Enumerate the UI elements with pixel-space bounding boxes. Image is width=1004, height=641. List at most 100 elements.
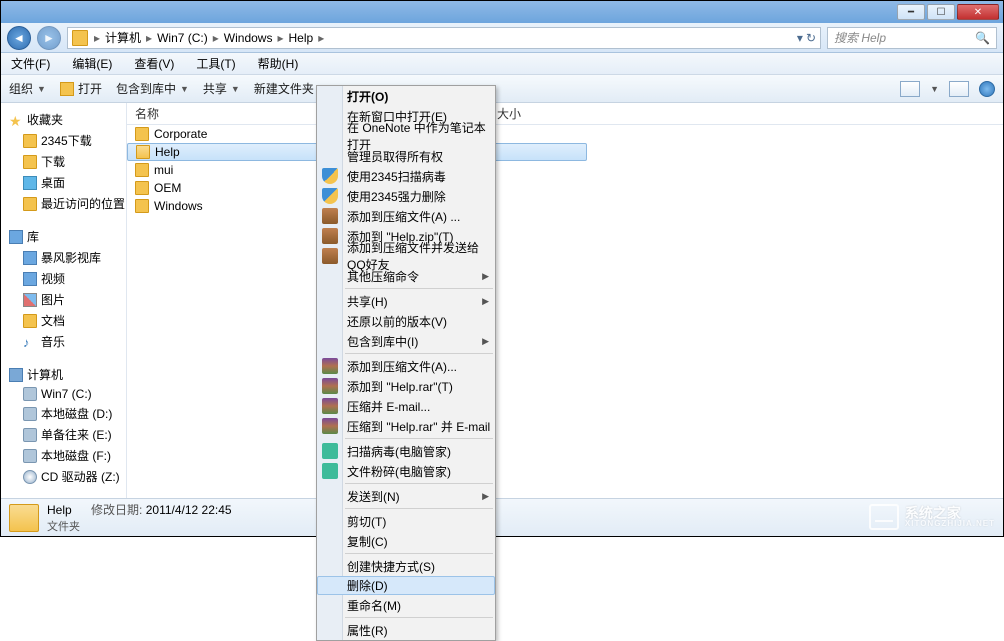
watermark-text: 系统之家: [905, 506, 995, 520]
video-icon: [23, 272, 37, 286]
cm-scan-pc[interactable]: 扫描病毒(电脑管家): [317, 441, 495, 461]
bc-chevron[interactable]: ▸: [92, 31, 102, 45]
cm-open[interactable]: 打开(O): [317, 86, 495, 106]
search-input[interactable]: 搜索 Help 🔍: [827, 27, 997, 49]
sidebar-item-documents[interactable]: 文档: [9, 310, 126, 331]
cm-shred-pc[interactable]: 文件粉碎(电脑管家): [317, 461, 495, 481]
breadcrumb-computer[interactable]: 计算机: [102, 29, 144, 46]
view-mode-button[interactable]: [900, 81, 920, 97]
breadcrumb-windows[interactable]: Windows: [221, 31, 276, 45]
address-dropdown-icon[interactable]: ▾: [797, 31, 803, 45]
sidebar-item-f[interactable]: 本地磁盘 (F:): [9, 445, 126, 466]
cm-addzip-a[interactable]: 添加到压缩文件(A) ...: [317, 206, 495, 226]
cm-shortcut[interactable]: 创建快捷方式(S): [317, 556, 495, 576]
forward-button[interactable]: ►: [37, 26, 61, 50]
computer-icon: [9, 368, 23, 382]
folder-icon: [135, 163, 149, 177]
file-row[interactable]: Windows: [127, 197, 1003, 215]
cm-del-2345[interactable]: 使用2345强力删除: [317, 186, 495, 206]
cm-scan-2345[interactable]: 使用2345扫描病毒: [317, 166, 495, 186]
tb-include[interactable]: 包含到库中▼: [116, 80, 189, 97]
cm-properties[interactable]: 属性(R): [317, 620, 495, 640]
sidebar-item-music[interactable]: ♪音乐: [9, 331, 126, 352]
bc-chevron[interactable]: ▸: [316, 31, 326, 45]
sidebar-item-recent[interactable]: 最近访问的位置: [9, 193, 126, 214]
sidebar-item-e[interactable]: 单备往来 (E:): [9, 424, 126, 445]
sidebar-item-c[interactable]: Win7 (C:): [9, 385, 126, 403]
refresh-icon[interactable]: ↻: [806, 31, 816, 45]
preview-pane-button[interactable]: [949, 81, 969, 97]
disk-icon: [23, 407, 37, 421]
col-name[interactable]: 名称: [127, 103, 319, 124]
tb-newfolder[interactable]: 新建文件夹: [254, 80, 314, 97]
breadcrumb-help[interactable]: Help: [286, 31, 317, 45]
sidebar-item-videos[interactable]: 视频: [9, 268, 126, 289]
minimize-button[interactable]: ━: [897, 4, 925, 20]
menu-file[interactable]: 文件(F): [7, 53, 54, 74]
menu-help[interactable]: 帮助(H): [254, 53, 303, 74]
sidebar-item-downloads[interactable]: 下载: [9, 151, 126, 172]
cm-include[interactable]: 包含到库中(I)▶: [317, 331, 495, 351]
search-placeholder: 搜索 Help: [834, 29, 886, 46]
sidebar-computer[interactable]: 计算机: [9, 364, 126, 385]
menu-edit[interactable]: 编辑(E): [68, 53, 116, 74]
tb-organize[interactable]: 组织▼: [9, 80, 46, 97]
cm-share[interactable]: 共享(H)▶: [317, 291, 495, 311]
cm-admin[interactable]: 管理员取得所有权: [317, 146, 495, 166]
file-row[interactable]: OEM: [127, 179, 1003, 197]
sidebar-item-desktop[interactable]: 桌面: [9, 172, 126, 193]
maximize-button[interactable]: ☐: [927, 4, 955, 20]
sidebar-item-d[interactable]: 本地磁盘 (D:): [9, 403, 126, 424]
search-icon[interactable]: 🔍: [975, 31, 990, 45]
sidebar-item-baofeng[interactable]: 暴风影视库: [9, 247, 126, 268]
submenu-arrow-icon: ▶: [482, 296, 489, 307]
cm-addzip-qq[interactable]: 添加到压缩文件并发送给QQ好友: [317, 246, 495, 266]
bc-chevron[interactable]: ▸: [275, 31, 285, 45]
cm-copy[interactable]: 复制(C): [317, 531, 495, 551]
disk-icon: [23, 387, 37, 401]
bc-chevron[interactable]: ▸: [211, 31, 221, 45]
cm-sendto[interactable]: 发送到(N)▶: [317, 486, 495, 506]
sidebar-item-z[interactable]: CD 驱动器 (Z:): [9, 466, 126, 487]
cm-delete[interactable]: 删除(D): [317, 576, 495, 595]
cm-restore[interactable]: 还原以前的版本(V): [317, 311, 495, 331]
cm-otherzip[interactable]: 其他压缩命令▶: [317, 266, 495, 286]
menu-view[interactable]: 查看(V): [130, 53, 178, 74]
folder-icon: [23, 134, 37, 148]
view-dropdown-icon[interactable]: ▼: [930, 84, 939, 94]
cm-addrar-a[interactable]: 添加到压缩文件(A)...: [317, 356, 495, 376]
cm-rar-email2[interactable]: 压缩到 "Help.rar" 并 E-mail: [317, 416, 495, 436]
watermark-sub: XITONGZHIJIA.NET: [905, 520, 995, 528]
column-headers: 名称 大小: [127, 103, 1003, 125]
sidebar-item-2345[interactable]: 2345下载: [9, 130, 126, 151]
cm-rar-email[interactable]: 压缩并 E-mail...: [317, 396, 495, 416]
tb-open[interactable]: 打开: [60, 80, 102, 97]
tb-share[interactable]: 共享▼: [203, 80, 240, 97]
menu-tools[interactable]: 工具(T): [192, 53, 239, 74]
back-button[interactable]: ◄: [7, 26, 31, 50]
cm-cut[interactable]: 剪切(T): [317, 511, 495, 531]
submenu-arrow-icon: ▶: [482, 271, 489, 282]
sidebar-favorites[interactable]: ★收藏夹: [9, 109, 126, 130]
file-row[interactable]: mui: [127, 161, 1003, 179]
help-icon[interactable]: [979, 81, 995, 97]
watermark: 系统之家 XITONGZHIJIA.NET: [869, 504, 995, 530]
breadcrumb[interactable]: ▸ 计算机 ▸ Win7 (C:) ▸ Windows ▸ Help ▸ ▾↻: [67, 27, 821, 49]
bc-chevron[interactable]: ▸: [144, 31, 154, 45]
document-icon: [23, 314, 37, 328]
cm-open-onenote[interactable]: 在 OneNote 中作为笔记本打开: [317, 126, 495, 146]
file-row[interactable]: Corporate: [127, 125, 1003, 143]
cm-addrar-t[interactable]: 添加到 "Help.rar"(T): [317, 376, 495, 396]
disk-icon: [23, 428, 37, 442]
sidebar-libraries[interactable]: 库: [9, 226, 126, 247]
close-button[interactable]: ✕: [957, 4, 999, 20]
cm-rename[interactable]: 重命名(M): [317, 595, 495, 615]
breadcrumb-drive[interactable]: Win7 (C:): [154, 31, 211, 45]
sidebar: ★收藏夹 2345下载 下载 桌面 最近访问的位置 库 暴风影视库 视频 图片 …: [1, 103, 127, 500]
cd-icon: [23, 470, 37, 484]
col-size[interactable]: 大小: [497, 103, 587, 124]
status-date: 2011/4/12 22:45: [146, 503, 232, 517]
video-lib-icon: [23, 251, 37, 265]
open-folder-icon: [60, 82, 74, 96]
sidebar-item-pictures[interactable]: 图片: [9, 289, 126, 310]
